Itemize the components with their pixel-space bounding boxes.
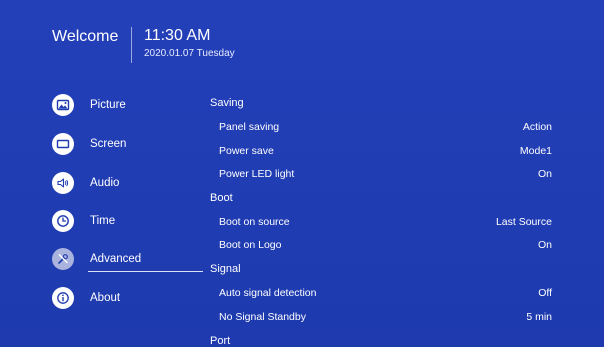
setting-power-led[interactable]: Power LED light On (210, 163, 554, 185)
sidebar-item-label: About (90, 292, 121, 304)
clock-icon (52, 210, 74, 232)
sidebar-item-screen[interactable]: Screen (52, 131, 126, 157)
setting-value: Off (538, 287, 552, 299)
setting-boot-source[interactable]: Boot on source Last Source (210, 211, 554, 233)
setting-panel-saving[interactable]: Panel saving Action (210, 116, 554, 138)
tools-icon (52, 248, 74, 270)
setting-value: 5 min (526, 311, 552, 323)
header-divider (131, 27, 132, 63)
setting-label: Power LED light (219, 168, 295, 180)
setting-no-signal-standby[interactable]: No Signal Standby 5 min (210, 306, 554, 328)
setting-boot-logo[interactable]: Boot on Logo On (210, 234, 554, 256)
sidebar-item-time[interactable]: Time (52, 208, 115, 234)
setting-auto-signal-detection[interactable]: Auto signal detection Off (210, 282, 554, 304)
selected-item-underline (88, 271, 203, 272)
setting-label: Power save (219, 145, 274, 157)
picture-icon (52, 94, 74, 116)
sidebar-item-label: Picture (90, 99, 126, 111)
info-icon (52, 287, 74, 309)
section-port-title: Port (210, 335, 231, 347)
sidebar-item-label: Time (90, 215, 116, 227)
setting-value: Last Source (495, 216, 552, 228)
setting-label: Boot on source (219, 216, 290, 228)
audio-icon (52, 172, 74, 194)
setting-label: Boot on Logo (219, 239, 282, 251)
setting-value: Mode1 (519, 145, 552, 157)
sidebar-item-audio[interactable]: Audio (52, 170, 119, 196)
sidebar-item-label: Advanced (90, 253, 142, 265)
setting-power-save[interactable]: Power save Mode1 (210, 140, 554, 162)
screen-icon (52, 133, 74, 155)
setting-label: No Signal Standby (219, 311, 306, 323)
clock-date: 2020.01.07 Tuesday (144, 48, 235, 59)
setting-value: On (537, 239, 552, 251)
sidebar-item-advanced[interactable]: Advanced (52, 246, 141, 272)
sidebar-item-label: Audio (90, 177, 120, 189)
sidebar-item-about[interactable]: About (52, 285, 120, 311)
section-boot-title: Boot (210, 192, 233, 204)
setting-value: Action (522, 121, 552, 133)
clock-time: 11:30 AM (144, 27, 211, 44)
setting-label: Panel saving (219, 121, 280, 133)
welcome-title: Welcome (52, 28, 119, 45)
section-saving-title: Saving (210, 97, 244, 109)
setting-label: Auto signal detection (219, 287, 317, 299)
sidebar-item-picture[interactable]: Picture (52, 92, 126, 118)
settings-screen: Welcome 11:30 AM 2020.01.07 Tuesday Pict… (0, 0, 604, 347)
sidebar-item-label: Screen (90, 138, 127, 150)
setting-value: On (537, 168, 552, 180)
section-signal-title: Signal (210, 263, 241, 275)
